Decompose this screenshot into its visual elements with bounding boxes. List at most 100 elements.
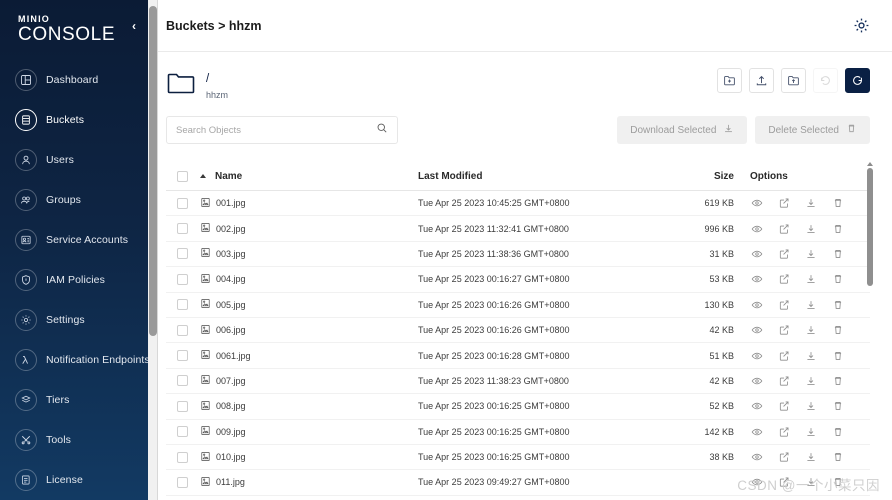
page-scrollbar[interactable] <box>148 0 158 500</box>
row-checkbox[interactable] <box>176 375 188 387</box>
download-icon[interactable] <box>804 451 817 463</box>
download-icon[interactable] <box>804 248 817 260</box>
table-row[interactable]: 004.jpg Tue Apr 25 2023 00:16:27 GMT+0800… <box>166 267 870 293</box>
share-icon[interactable] <box>777 299 790 311</box>
page-scrollbar-thumb[interactable] <box>149 6 157 336</box>
share-icon[interactable] <box>777 273 790 285</box>
sidebar-item-groups[interactable]: Groups <box>0 180 148 220</box>
row-checkbox[interactable] <box>176 476 188 488</box>
download-icon[interactable] <box>804 299 817 311</box>
cell-object-name[interactable]: 010.jpg <box>198 451 418 464</box>
delete-icon[interactable] <box>831 451 844 463</box>
download-icon[interactable] <box>804 273 817 285</box>
download-icon[interactable] <box>804 197 817 209</box>
delete-icon[interactable] <box>831 273 844 285</box>
delete-icon[interactable] <box>831 299 844 311</box>
cell-object-name[interactable]: 004.jpg <box>198 273 418 286</box>
column-header-size[interactable]: Size <box>664 171 738 182</box>
search-objects-box[interactable] <box>166 116 398 144</box>
delete-icon[interactable] <box>831 197 844 209</box>
download-icon[interactable] <box>804 324 817 336</box>
download-icon[interactable] <box>804 426 817 438</box>
sidebar-item-users[interactable]: Users <box>0 140 148 180</box>
share-icon[interactable] <box>777 400 790 412</box>
share-icon[interactable] <box>777 426 790 438</box>
share-icon[interactable] <box>777 197 790 209</box>
preview-icon[interactable] <box>750 197 763 209</box>
row-checkbox[interactable] <box>176 223 188 235</box>
share-icon[interactable] <box>777 223 790 235</box>
download-icon[interactable] <box>804 375 817 387</box>
preview-icon[interactable] <box>750 375 763 387</box>
column-header-last-modified[interactable]: Last Modified <box>418 171 664 182</box>
table-row[interactable]: 003.jpg Tue Apr 25 2023 11:38:36 GMT+0800… <box>166 242 870 268</box>
sidebar-item-license[interactable]: License <box>0 460 148 500</box>
delete-icon[interactable] <box>831 426 844 438</box>
search-input[interactable] <box>176 124 376 136</box>
delete-icon[interactable] <box>831 324 844 336</box>
refresh-button[interactable] <box>845 68 870 93</box>
cell-object-name[interactable]: 0061.jpg <box>198 349 418 362</box>
delete-icon[interactable] <box>831 223 844 235</box>
row-checkbox[interactable] <box>176 324 188 336</box>
share-icon[interactable] <box>777 248 790 260</box>
download-selected-button[interactable]: Download Selected <box>617 116 748 144</box>
table-scrollbar-thumb[interactable] <box>866 168 873 286</box>
preview-icon[interactable] <box>750 273 763 285</box>
download-icon[interactable] <box>804 223 817 235</box>
table-row[interactable]: 005.jpg Tue Apr 25 2023 00:16:26 GMT+0800… <box>166 293 870 318</box>
cell-object-name[interactable]: 007.jpg <box>198 374 418 387</box>
preview-icon[interactable] <box>750 324 763 336</box>
sidebar-item-tiers[interactable]: Tiers <box>0 380 148 420</box>
row-checkbox[interactable] <box>176 400 188 412</box>
row-checkbox[interactable] <box>176 451 188 463</box>
delete-icon[interactable] <box>831 476 844 488</box>
row-checkbox[interactable] <box>176 426 188 438</box>
table-row[interactable]: 008.jpg Tue Apr 25 2023 00:16:25 GMT+0800… <box>166 394 870 420</box>
upload-folder-button[interactable] <box>781 68 806 93</box>
delete-icon[interactable] <box>831 400 844 412</box>
select-all-checkbox[interactable] <box>176 170 188 182</box>
sidebar-item-iam-policies[interactable]: IAM Policies <box>0 260 148 300</box>
cell-object-name[interactable]: 003.jpg <box>198 247 418 260</box>
cell-object-name[interactable]: 005.jpg <box>198 298 418 311</box>
share-icon[interactable] <box>777 476 790 488</box>
row-checkbox[interactable] <box>176 248 188 260</box>
preview-icon[interactable] <box>750 476 763 488</box>
rewind-button[interactable] <box>813 68 838 93</box>
table-row[interactable]: 009.jpg Tue Apr 25 2023 00:16:25 GMT+0800… <box>166 420 870 445</box>
scroll-up-arrow-icon[interactable] <box>866 162 873 166</box>
preview-icon[interactable] <box>750 451 763 463</box>
delete-icon[interactable] <box>831 248 844 260</box>
sidebar-item-notification-endpoints[interactable]: Notification Endpoints <box>0 340 148 380</box>
row-checkbox[interactable] <box>176 197 188 209</box>
sidebar-item-service-accounts[interactable]: Service Accounts <box>0 220 148 260</box>
table-row[interactable]: 011.jpg Tue Apr 25 2023 09:49:27 GMT+0800 <box>166 470 870 496</box>
column-header-name[interactable]: Name <box>198 171 418 182</box>
cell-object-name[interactable]: 001.jpg <box>198 197 418 210</box>
upload-file-button[interactable] <box>749 68 774 93</box>
row-checkbox[interactable] <box>176 299 188 311</box>
share-icon[interactable] <box>777 375 790 387</box>
table-row[interactable]: 006.jpg Tue Apr 25 2023 00:16:26 GMT+0800… <box>166 318 870 344</box>
delete-selected-button[interactable]: Delete Selected <box>755 116 870 144</box>
sidebar-item-dashboard[interactable]: Dashboard <box>0 60 148 100</box>
download-icon[interactable] <box>804 476 817 488</box>
download-icon[interactable] <box>804 400 817 412</box>
sidebar-item-buckets[interactable]: Buckets <box>0 100 148 140</box>
sidebar-collapse-button[interactable]: ‹ <box>132 20 136 32</box>
table-row[interactable]: 001.jpg Tue Apr 25 2023 10:45:25 GMT+0800… <box>166 191 870 217</box>
preview-icon[interactable] <box>750 299 763 311</box>
row-checkbox[interactable] <box>176 350 188 362</box>
cell-object-name[interactable]: 006.jpg <box>198 324 418 337</box>
sidebar-item-settings[interactable]: Settings <box>0 300 148 340</box>
create-new-path-button[interactable] <box>717 68 742 93</box>
preview-icon[interactable] <box>750 223 763 235</box>
share-icon[interactable] <box>777 350 790 362</box>
share-icon[interactable] <box>777 451 790 463</box>
settings-gear-button[interactable] <box>853 17 870 34</box>
preview-icon[interactable] <box>750 248 763 260</box>
cell-object-name[interactable]: 011.jpg <box>198 476 418 489</box>
preview-icon[interactable] <box>750 350 763 362</box>
row-checkbox[interactable] <box>176 273 188 285</box>
